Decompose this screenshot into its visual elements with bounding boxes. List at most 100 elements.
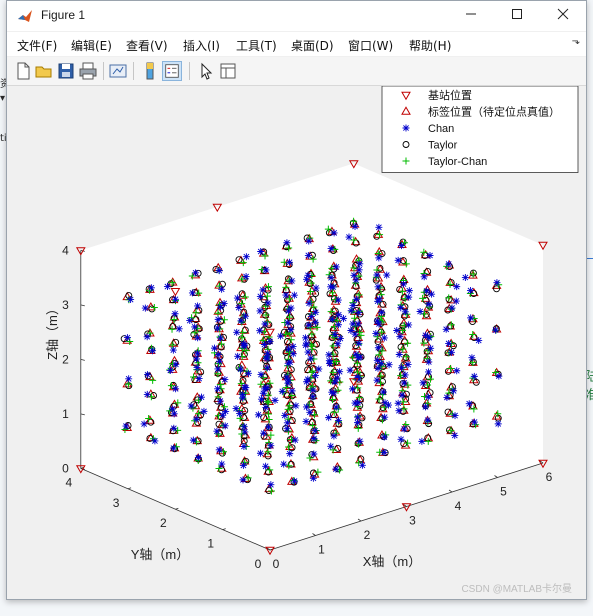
chan-marker (221, 376, 229, 384)
open-file-icon[interactable] (34, 61, 54, 81)
chan-marker (325, 351, 333, 359)
chan-marker (256, 307, 264, 315)
chan-marker (355, 309, 363, 317)
chan-marker (448, 304, 456, 312)
chan-marker (280, 460, 288, 468)
z-axis-label: Z轴（m） (45, 302, 60, 360)
chan-marker (257, 248, 265, 256)
chan-marker (336, 368, 344, 376)
chan-marker (283, 239, 291, 247)
chan-marker (303, 378, 311, 386)
scatter3d-plot[interactable]: 01234560123401234X轴（m）Y轴（m）Z轴（m）基站位置标签位置… (7, 86, 586, 599)
close-button[interactable] (540, 1, 586, 31)
menu-window[interactable]: 窗口(W) (348, 37, 393, 54)
chan-marker (259, 286, 267, 294)
chan-marker (193, 349, 201, 357)
chan-marker (236, 410, 244, 418)
x-tick-label: 0 (273, 557, 280, 571)
legend-label: 基站位置 (428, 88, 472, 102)
chan-marker (467, 314, 475, 322)
chan-marker (241, 383, 249, 391)
chan-marker (328, 315, 336, 323)
chan-marker (351, 223, 359, 231)
chan-marker (372, 330, 380, 338)
chan-marker (426, 252, 434, 260)
chan-marker (401, 371, 409, 379)
print-icon[interactable] (78, 61, 98, 81)
chan-marker (195, 375, 203, 383)
chan-marker (234, 352, 242, 360)
chan-marker (380, 433, 388, 441)
chan-marker (217, 303, 225, 311)
menu-edit[interactable]: 编辑(E) (71, 37, 112, 54)
menu-overflow-icon[interactable]: ⬎ (572, 36, 580, 47)
chan-marker (188, 289, 196, 297)
chan-marker (307, 354, 315, 362)
chan-marker (127, 296, 135, 304)
chan-marker (424, 416, 432, 424)
chan-marker (495, 372, 503, 380)
minimize-button[interactable] (448, 1, 494, 31)
menu-view[interactable]: 查看(V) (126, 37, 168, 54)
x-tick-label: 5 (500, 485, 507, 499)
chan-marker (217, 334, 225, 342)
chan-marker (356, 260, 364, 268)
link-plot-icon[interactable] (108, 61, 128, 81)
chan-marker (400, 280, 408, 288)
chan-marker (302, 334, 310, 342)
chan-marker (330, 432, 338, 440)
menu-file[interactable]: 文件(F) (17, 37, 57, 54)
figure-canvas[interactable]: 0 1 2 3 4 5 6 0 1 2 3 4 0 1 2 3 4 X轴（m） Y轴（m） Z轴（m） 基站位置 标签位置… (7, 86, 586, 599)
chan-marker (239, 476, 247, 484)
chan-marker (186, 317, 194, 325)
chan-marker (216, 357, 224, 365)
chan-marker (349, 302, 357, 310)
chan-marker (290, 291, 298, 299)
chan-marker (240, 423, 248, 431)
chan-marker (262, 403, 270, 411)
chan-marker (284, 319, 292, 327)
insert-colorbar-icon[interactable] (140, 61, 160, 81)
menu-insert[interactable]: 插入(I) (183, 37, 220, 54)
new-figure-icon[interactable] (13, 61, 33, 81)
chan-marker (379, 388, 387, 396)
menu-help[interactable]: 帮助(H) (409, 37, 451, 54)
y-tick-label: 2 (160, 516, 167, 530)
toolbar (7, 57, 586, 86)
chan-marker (345, 233, 353, 241)
chan-marker (332, 263, 340, 271)
chan-marker (405, 287, 413, 295)
chan-marker (237, 365, 245, 373)
chan-marker (264, 349, 272, 357)
chan-marker (492, 326, 500, 334)
chan-marker (214, 315, 222, 323)
chan-marker (233, 328, 241, 336)
menu-tools[interactable]: 工具(T) (236, 37, 277, 54)
chan-marker (303, 275, 311, 283)
insert-legend-icon[interactable] (162, 61, 182, 81)
chan-marker (445, 339, 453, 347)
chan-marker (327, 245, 335, 253)
chan-marker (347, 307, 355, 315)
chan-marker (122, 422, 130, 430)
chan-marker (143, 333, 151, 341)
chan-marker (194, 454, 202, 462)
chan-marker (192, 415, 200, 423)
legend-label: Taylor (428, 140, 458, 152)
maximize-button[interactable] (494, 1, 540, 31)
chan-marker (331, 378, 339, 386)
chan-marker (374, 364, 382, 372)
chan-marker (302, 403, 310, 411)
property-inspector-icon[interactable] (218, 61, 238, 81)
title-bar[interactable]: Figure 1 (7, 1, 586, 31)
save-icon[interactable] (56, 61, 76, 81)
y-tick-label: 4 (65, 475, 72, 489)
chan-marker (424, 393, 432, 401)
chan-marker (374, 283, 382, 291)
menu-desktop[interactable]: 桌面(D) (291, 37, 334, 54)
chan-marker (307, 313, 315, 321)
edit-plot-icon[interactable] (196, 61, 216, 81)
chan-marker (287, 304, 295, 312)
chan-marker (381, 413, 389, 421)
x-tick-label: 3 (409, 514, 416, 528)
